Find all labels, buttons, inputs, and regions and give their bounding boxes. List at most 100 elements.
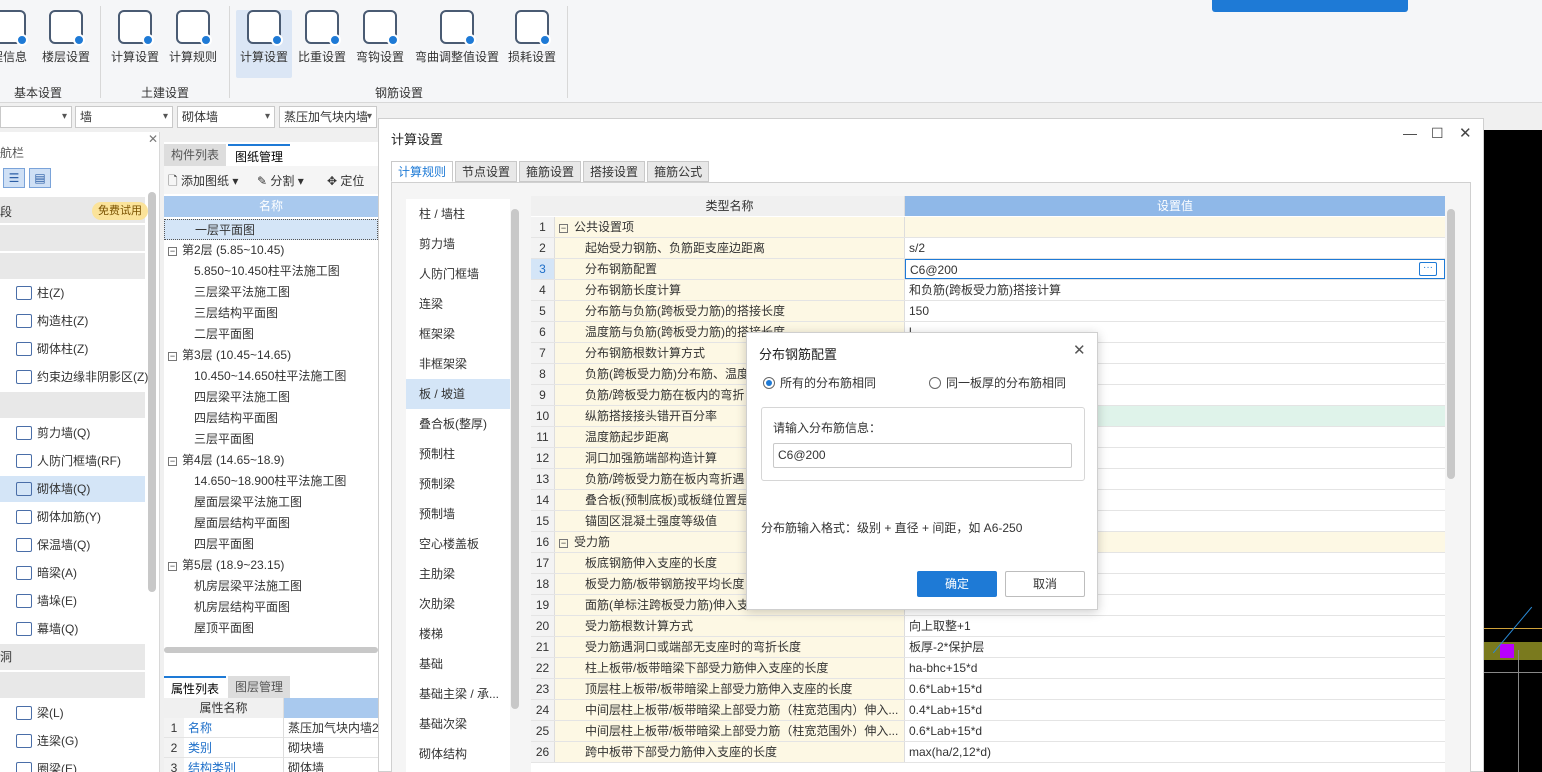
drawing-canvas[interactable] (1484, 130, 1542, 772)
ribbon-button-8[interactable]: 弯曲调整值设置 (413, 10, 501, 78)
settings-row[interactable]: 1− 公共设置项 (531, 217, 1445, 238)
tab-stirrup-settings[interactable]: 箍筋设置 (519, 161, 582, 182)
split-button[interactable]: ✎ 分割 ▾ (257, 172, 304, 189)
tab-component-list[interactable]: 构件列表 (164, 144, 227, 166)
settings-nav-item[interactable]: 空心楼盖板 (406, 529, 510, 559)
ribbon-button-3[interactable]: 计算设置 (110, 10, 160, 78)
detail-view-icon[interactable]: ▤ (29, 168, 51, 188)
left-nav-item[interactable]: 砌体柱(Z) (0, 336, 145, 362)
drawing-tree-row[interactable]: 机房层梁平法施工图 (164, 576, 378, 597)
drawing-tree-row[interactable]: 三层平面图 (164, 429, 378, 450)
left-nav-item[interactable]: 梁(L) (0, 700, 145, 726)
ribbon-button-7[interactable]: 弯钩设置 (354, 10, 406, 78)
filter-select-type[interactable]: 墙 (75, 106, 173, 128)
settings-row[interactable]: 24 中间层柱上板带/板带暗梁上部受力筋（柱宽范围内）伸入... 0.4*Lab+1… (531, 700, 1445, 721)
left-nav-item[interactable]: 砌体墙(Q) (0, 476, 145, 502)
setting-value[interactable]: 150 (905, 301, 1445, 321)
settings-row[interactable]: 2 起始受力钢筋、负筋距支座边距离 s/2 (531, 238, 1445, 259)
ok-button[interactable]: 确定 (917, 571, 997, 597)
settings-row[interactable]: 21 受力筋遇洞口或端部无支座时的弯折长度 板厚-2*保护层 (531, 637, 1445, 658)
ribbon-button-6[interactable]: 比重设置 (296, 10, 348, 78)
setting-value[interactable] (905, 217, 1445, 237)
setting-value[interactable]: 0.6*Lab+15*d (905, 679, 1445, 699)
settings-nav-item[interactable]: 剪力墙 (406, 229, 510, 259)
left-nav-item[interactable]: 圈梁(E) (0, 756, 145, 772)
drawing-tree-row[interactable]: 屋面层梁平法施工图 (164, 492, 378, 513)
settings-nav-item[interactable]: 基础主梁 / 承... (406, 679, 510, 709)
setting-value[interactable]: ha-bhc+15*d (905, 658, 1445, 678)
collapse-icon[interactable]: − (168, 247, 177, 256)
tab-lap-settings[interactable]: 搭接设置 (583, 161, 646, 182)
ribbon-button-2[interactable]: 楼层设置 (40, 10, 92, 78)
drawing-tree-row[interactable]: − 第3层 (10.45~14.65) (164, 345, 378, 366)
settings-nav-item[interactable]: 预制墙 (406, 499, 510, 529)
more-options-icon[interactable]: ··· (1419, 262, 1437, 276)
filter-select-component[interactable]: 蒸压加气块内墙 (279, 106, 377, 128)
left-nav-item[interactable]: 砌体加筋(Y) (0, 504, 145, 530)
setting-value[interactable]: s/2 (905, 238, 1445, 258)
setting-value[interactable]: C6@200 (905, 259, 1445, 279)
settings-nav-item[interactable]: 连梁 (406, 289, 510, 319)
left-nav-item[interactable]: 洞 (0, 644, 145, 670)
drawing-tree-row[interactable]: 四层结构平面图 (164, 408, 378, 429)
drawing-tree-row[interactable]: 三层结构平面图 (164, 303, 378, 324)
left-nav-item[interactable]: 暗梁(A) (0, 560, 145, 586)
settings-row[interactable]: 23 顶层柱上板带/板带暗梁上部受力筋伸入支座的长度 0.6*Lab+15*d (531, 679, 1445, 700)
setting-value[interactable]: 0.6*Lab+15*d (905, 721, 1445, 741)
filter-select-category[interactable]: 砌体墙 (177, 106, 275, 128)
ribbon-button-9[interactable]: 损耗设置 (506, 10, 558, 78)
filter-select-1[interactable] (0, 106, 72, 128)
settings-nav-item[interactable]: 基础 (406, 649, 510, 679)
settings-nav-item[interactable]: 柱 / 墙柱 (406, 199, 510, 229)
drawing-tree-row[interactable]: 屋面层结构平面图 (164, 513, 378, 534)
ribbon-button-1[interactable]: 程信息 (0, 10, 32, 78)
drawing-tree-row[interactable]: 二层平面图 (164, 324, 378, 345)
setting-value[interactable]: 板厚-2*保护层 (905, 637, 1445, 657)
radio-same-thickness[interactable]: 同一板厚的分布筋相同 (929, 374, 1066, 391)
settings-nav-item[interactable]: 砌体结构 (406, 739, 510, 769)
list-view-icon[interactable]: ☰ (3, 168, 25, 188)
ribbon-button-4[interactable]: 计算规则 (168, 10, 218, 78)
left-nav-item[interactable]: 连梁(G) (0, 728, 145, 754)
prop-value[interactable]: 蒸压加气块内墙2 (284, 718, 378, 738)
collapse-icon[interactable]: − (559, 224, 568, 233)
close-icon[interactable]: ✕ (148, 132, 158, 146)
left-nav-item[interactable]: 保温墙(Q) (0, 532, 145, 558)
settings-nav-item[interactable]: 次肋梁 (406, 589, 510, 619)
account-tab[interactable] (1212, 0, 1408, 12)
settings-nav-item[interactable]: 主肋梁 (406, 559, 510, 589)
left-nav-item[interactable]: 构造柱(Z) (0, 308, 145, 334)
tab-node-settings[interactable]: 节点设置 (455, 161, 518, 182)
collapse-icon[interactable]: − (559, 539, 568, 548)
drawing-tree-row[interactable]: 三层梁平法施工图 (164, 282, 378, 303)
drawing-tree-row[interactable]: 四层平面图 (164, 534, 378, 555)
setting-value[interactable]: 和负筋(跨板受力筋)搭接计算 (905, 280, 1445, 300)
radio-all-same[interactable]: 所有的分布筋相同 (763, 374, 876, 391)
locate-button[interactable]: ✥ 定位 (327, 172, 364, 189)
settings-row[interactable]: 25 中间层柱上板带/板带暗梁上部受力筋（柱宽范围外）伸入... 0.6*Lab+1… (531, 721, 1445, 742)
scrollbar[interactable] (148, 192, 156, 592)
settings-nav-item[interactable]: 楼梯 (406, 619, 510, 649)
tab-layer-management[interactable]: 图层管理 (228, 676, 291, 698)
drawing-tree-row[interactable]: 四层梁平法施工图 (164, 387, 378, 408)
prop-value[interactable]: 砌块墙 (284, 738, 378, 758)
settings-nav-item[interactable]: 预制梁 (406, 469, 510, 499)
settings-nav-item[interactable]: 基础次梁 (406, 709, 510, 739)
drawing-tree-row[interactable]: 5.850~10.450柱平法施工图 (164, 261, 378, 282)
settings-nav-item[interactable]: 非框架梁 (406, 349, 510, 379)
drawing-tree-row[interactable]: 屋顶平面图 (164, 618, 378, 639)
add-drawing-button[interactable]: 🗋 添加图纸 ▾ (168, 172, 238, 193)
settings-row[interactable]: 26 跨中板带下部受力筋伸入支座的长度 max(ha/2,12*d) (531, 742, 1445, 763)
settings-nav-item[interactable]: 叠合板(整厚) (406, 409, 510, 439)
drawing-tree-row[interactable]: − 第5层 (18.9~23.15) (164, 555, 378, 576)
close-icon[interactable]: ✕ (1073, 341, 1086, 359)
setting-value[interactable]: 向上取整+1 (905, 616, 1445, 636)
collapse-icon[interactable]: − (168, 352, 177, 361)
left-nav-item[interactable]: 约束边缘非阴影区(Z) (0, 364, 148, 390)
drawing-tree-row[interactable]: 一层平面图 (164, 219, 378, 240)
setting-value[interactable]: max(ha/2,12*d) (905, 742, 1445, 762)
drawing-tree-row[interactable]: 14.650~18.900柱平法施工图 (164, 471, 378, 492)
tab-drawing-management[interactable]: 图纸管理 (228, 144, 291, 166)
setting-value[interactable]: 0.4*Lab+15*d (905, 700, 1445, 720)
prop-value[interactable]: 砌体墙 (284, 758, 378, 772)
